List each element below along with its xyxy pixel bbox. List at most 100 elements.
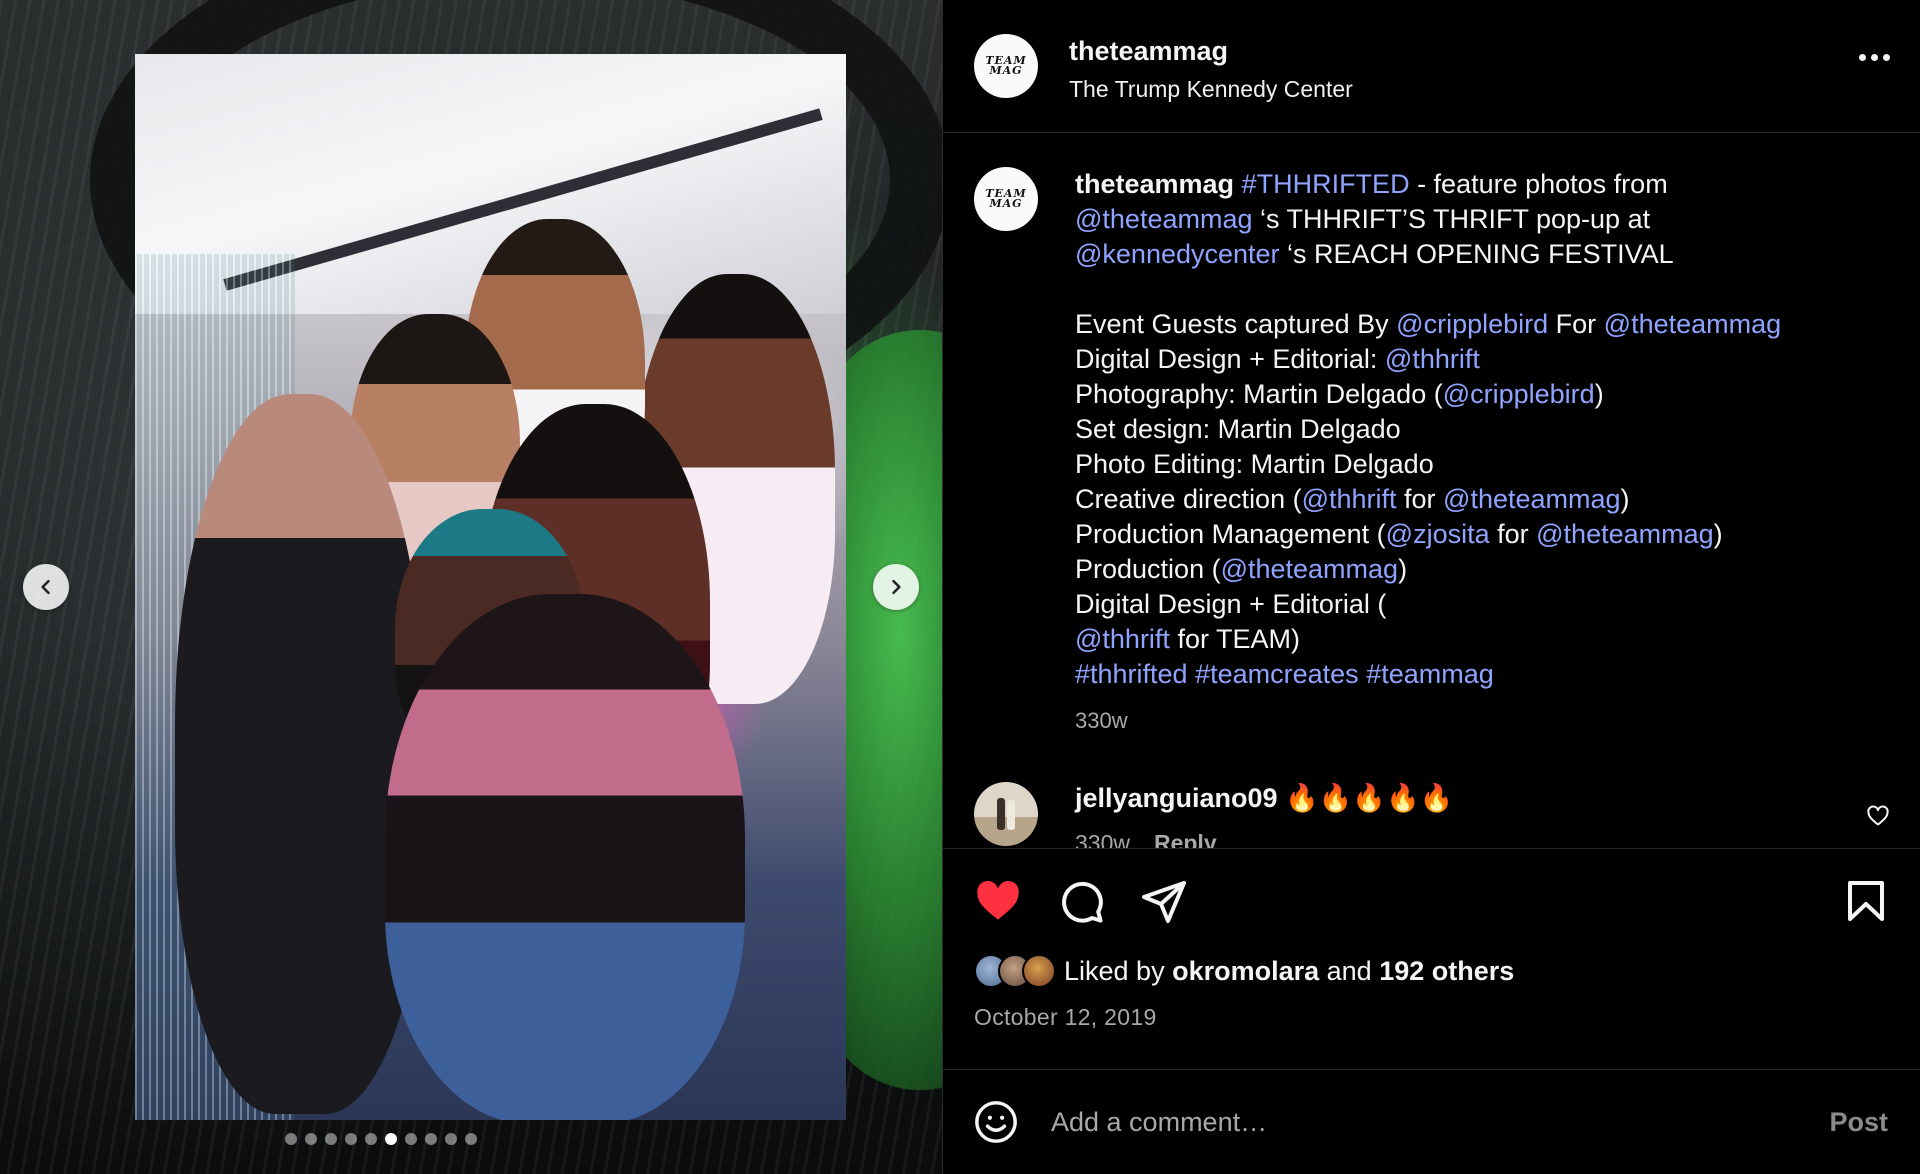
- caption-text-segment: Digital Design + Editorial:: [1075, 343, 1385, 374]
- team-mag-logo: TEAM MAG: [985, 54, 1027, 77]
- comment-text: jellyanguiano09 🔥🔥🔥🔥🔥: [1075, 782, 1453, 814]
- caption-text-segment: Creative direction (: [1075, 483, 1302, 514]
- caption-text-segment: Digital Design + Editorial (: [1075, 588, 1387, 619]
- caption-line: Photography: Martin Delgado (@cripplebir…: [1075, 377, 1890, 412]
- comment-content: 🔥🔥🔥🔥🔥: [1285, 782, 1454, 813]
- caption-link[interactable]: @theteammag: [1221, 554, 1399, 584]
- caption-text-segment: for: [1396, 483, 1444, 514]
- carousel-dot: [405, 1133, 417, 1145]
- caption-text-segment: ): [1398, 553, 1408, 584]
- comment-input[interactable]: [1051, 1106, 1830, 1138]
- carousel-next-button[interactable]: [873, 564, 919, 610]
- caption-link[interactable]: @theteammag: [1604, 309, 1782, 339]
- caption-link[interactable]: @cripplebird: [1443, 379, 1595, 409]
- caption-line: theteammag #THHRIFTED - feature photos f…: [1075, 167, 1890, 202]
- caption-text-segment: ‘s REACH OPENING FESTIVAL: [1279, 238, 1674, 269]
- comment-timestamp: 330w: [1075, 829, 1130, 848]
- heart-filled-icon[interactable]: [974, 877, 1022, 925]
- caption-line: Event Guests captured By @cripplebird Fo…: [1075, 307, 1890, 342]
- photo-person: [385, 594, 745, 1120]
- caption-text-segment: Event Guests captured By: [1075, 308, 1397, 339]
- caption-link[interactable]: #thhrifted: [1075, 659, 1188, 689]
- carousel-dot: [365, 1133, 377, 1145]
- caption-link[interactable]: @theteammag: [1075, 204, 1253, 234]
- more-options-button[interactable]: [1859, 54, 1890, 61]
- comment-body: jellyanguiano09 🔥🔥🔥🔥🔥 330w Reply: [1075, 782, 1453, 848]
- avatar-figure: [997, 797, 1005, 830]
- avatar-figure: [1007, 799, 1015, 830]
- caption-line: Digital Design + Editorial (: [1075, 587, 1890, 622]
- photo-person: [175, 394, 425, 1114]
- post-location[interactable]: The Trump Kennedy Center: [1069, 76, 1353, 103]
- bookmark-icon[interactable]: [1842, 877, 1890, 925]
- account-avatar[interactable]: TEAM MAG: [974, 34, 1038, 98]
- caption-link[interactable]: @theteammag: [1443, 484, 1621, 514]
- caption-link[interactable]: @zjosita: [1386, 519, 1490, 549]
- likes-text: Liked by okromolara and 192 others: [1064, 956, 1514, 987]
- caption-text-segment: for TEAM): [1169, 623, 1300, 654]
- caption-link[interactable]: @kennedycenter: [1075, 239, 1280, 269]
- chevron-left-icon: [41, 579, 50, 595]
- caption-link[interactable]: @thhrift: [1075, 624, 1170, 654]
- caption-line: @theteammag ‘s THHRIFT’S THRIFT pop-up a…: [1075, 202, 1890, 237]
- caption-link[interactable]: #teamcreates: [1195, 659, 1359, 689]
- caption-link[interactable]: #teammag: [1366, 659, 1494, 689]
- caption-body: theteammag #THHRIFTED - feature photos f…: [1075, 167, 1890, 734]
- caption-text-segment: Production Management (: [1075, 518, 1386, 549]
- caption-link[interactable]: @cripplebird: [1396, 309, 1548, 339]
- caption-line: @kennedycenter ‘s REACH OPENING FESTIVAL: [1075, 237, 1890, 272]
- commenter-username[interactable]: jellyanguiano09: [1075, 783, 1278, 813]
- caption-link[interactable]: @thhrift: [1302, 484, 1397, 514]
- caption-link[interactable]: @thhrift: [1385, 344, 1480, 374]
- paper-plane-icon[interactable]: [1140, 877, 1188, 925]
- carousel-dot-active: [385, 1133, 397, 1145]
- liker-username[interactable]: okromolara: [1172, 956, 1319, 986]
- carousel-dot: [425, 1133, 437, 1145]
- likes-summary: Liked by okromolara and 192 others: [943, 947, 1920, 994]
- likes-middle: and: [1319, 955, 1380, 986]
- carousel-dot: [465, 1133, 477, 1145]
- caption-text-segment: Photo Editing: Martin Delgado: [1075, 448, 1434, 479]
- comment-bubble-icon[interactable]: [1057, 877, 1105, 925]
- post-comment-button[interactable]: Post: [1829, 1107, 1888, 1138]
- caption-line: Production Management (@zjosita for @the…: [1075, 517, 1890, 552]
- heart-outline-icon[interactable]: [1866, 804, 1890, 828]
- comment-item: jellyanguiano09 🔥🔥🔥🔥🔥 330w Reply: [974, 781, 1890, 848]
- caption-link[interactable]: #THHRIFTED: [1242, 169, 1410, 199]
- caption-text-segment: ): [1713, 518, 1723, 549]
- more-horizontal-icon: [1859, 54, 1866, 61]
- liker-avatar[interactable]: [1022, 954, 1056, 989]
- post-actions: [943, 847, 1920, 947]
- post-date: October 12, 2019: [974, 1003, 1157, 1030]
- caption-text-segment: Production (: [1075, 553, 1221, 584]
- caption-timestamp: 330w: [1075, 707, 1128, 733]
- account-username[interactable]: theteammag: [1069, 36, 1353, 67]
- caption-text-segment: For: [1548, 308, 1604, 339]
- team-mag-logo: TEAM MAG: [985, 186, 1027, 210]
- carousel-prev-button[interactable]: [23, 564, 69, 610]
- add-comment-bar: Post: [943, 1069, 1920, 1174]
- carousel-indicator: [0, 1133, 852, 1145]
- reply-button[interactable]: Reply: [1154, 830, 1217, 848]
- caption-text-segment: for: [1489, 518, 1537, 549]
- caption-link[interactable]: @theteammag: [1536, 519, 1714, 549]
- caption-line: Digital Design + Editorial: @thhrift: [1075, 342, 1890, 377]
- caption-text-segment: [1234, 169, 1242, 199]
- carousel-dot: [325, 1133, 337, 1145]
- caption-text-segment: ‘s THHRIFT’S THRIFT pop-up at: [1252, 203, 1651, 234]
- caption-username[interactable]: theteammag: [1075, 169, 1234, 199]
- emoji-smile-icon[interactable]: [973, 1099, 1019, 1145]
- commenter-avatar[interactable]: [974, 781, 1038, 846]
- likes-count-link[interactable]: 192 others: [1379, 956, 1514, 986]
- caption-avatar[interactable]: TEAM MAG: [974, 166, 1038, 231]
- caption-line: #thhrifted #teamcreates #teammag: [1075, 657, 1890, 692]
- caption-text-segment: - feature photos from: [1409, 168, 1668, 199]
- more-horizontal-icon-dot: [1871, 54, 1878, 61]
- post-caption: TEAM MAG theteammag #THHRIFTED - feature…: [974, 166, 1890, 734]
- carousel-dot: [445, 1133, 457, 1145]
- caption-line: @thhrift for TEAM): [1075, 622, 1890, 657]
- post-media: [0, 0, 942, 1174]
- carousel-dot: [345, 1133, 357, 1145]
- post-side-panel: TEAM MAG theteammag The Trump Kennedy Ce…: [943, 0, 1920, 1174]
- comments-scroll-area[interactable]: TEAM MAG theteammag #THHRIFTED - feature…: [943, 133, 1920, 848]
